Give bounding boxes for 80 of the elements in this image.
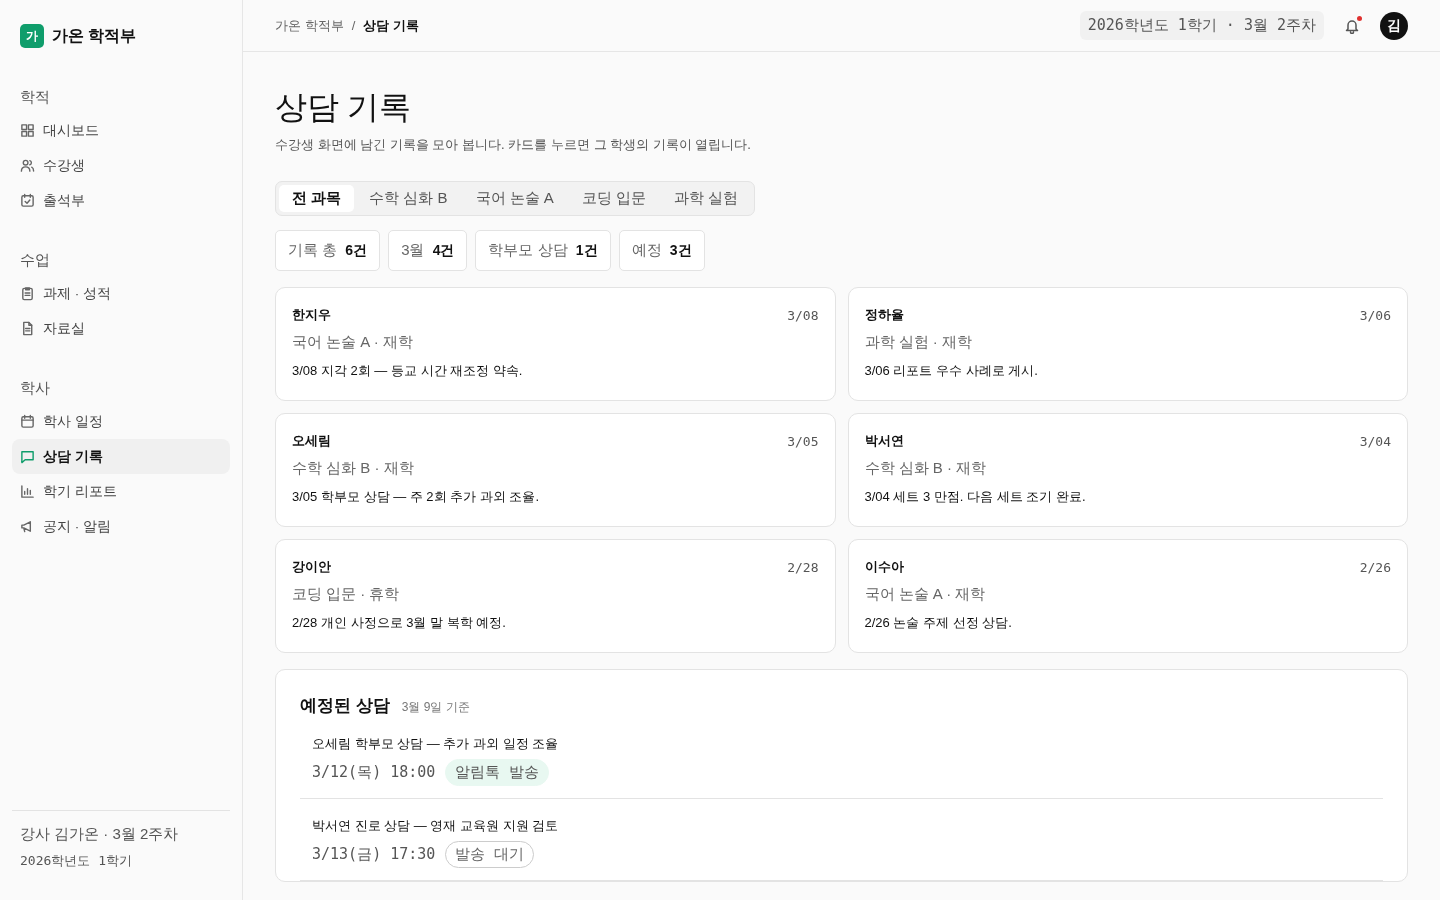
tab[interactable]: 코딩 입문 [568,185,660,212]
sidebar-item[interactable]: 학사 일정 [12,404,230,439]
sidebar-item[interactable]: 과제 · 성적 [12,276,230,311]
user-info: 강사 김가온 · 3월 2주차 [20,825,180,844]
sidebar-item[interactable]: 학기 리포트 [12,474,230,509]
calendar-icon [20,414,35,429]
student-name: 한지우 [292,306,331,324]
record-card[interactable]: 강이안 2/28 코딩 입문 · 휴학 2/28 개인 사정으로 3월 말 복학 예정. [275,539,836,653]
app-title: 가온 학적부 [52,25,137,46]
calendar-check-icon [20,193,35,208]
notification-button[interactable] [1344,17,1360,34]
student-name: 박서연 [864,432,904,450]
course-status: 국어 논술 A · 재학 [292,333,414,352]
status-badge: 발송 대기 [445,841,535,868]
stat-chip: 기록 총 6건 [275,230,381,271]
student-name: 정하율 [864,306,904,324]
record-note: 3/08 지각 2회 — 등교 시간 재조정 약속. [292,362,524,380]
record-note: 3/06 리포트 우수 사례로 게시. [864,362,1039,380]
record-date: 3/06 [1359,307,1391,323]
tab[interactable]: 수학 심화 B [356,185,461,212]
page-subtitle: 수강생 화면에 남긴 기록을 모아 봅니다. 카드를 누르면 그 학생의 기록이 열립니다. [275,136,752,154]
bell-icon [1344,17,1360,34]
sidebar-item[interactable]: 수강생 [12,148,230,183]
record-date: 2/28 [787,559,819,575]
record-note: 2/26 논술 주제 선정 상담. [864,614,1013,632]
breadcrumb-separator: / [351,18,356,33]
tab[interactable]: 전 과목 [279,185,355,212]
section-label: 수업 [19,251,51,270]
sidebar-item[interactable]: 상담 기록 [12,439,230,474]
record-card[interactable]: 이수아 2/26 국어 논술 A · 재학 2/26 논술 주제 선정 상담. [847,539,1408,653]
student-name: 오세림 [292,432,331,450]
course-status: 수학 심화 B · 재학 [292,459,415,478]
panel-title: 예정된 상담 [300,695,390,717]
panel-date: 3월 9일 기준 [401,699,470,716]
schedule-time: 3/12(목) 18:00 [312,763,436,782]
record-note: 2/28 개인 사정으로 3월 말 복학 예정. [292,614,507,632]
record-date: 3/05 [787,433,819,449]
record-note: 3/05 학부모 상담 — 주 2회 추가 과외 조율. [292,488,541,506]
chat-icon [20,449,35,464]
logo-icon: 가 [20,24,44,48]
course-status: 과학 실험 · 재학 [864,333,973,352]
course-status: 국어 논술 A · 재학 [864,585,987,604]
document-icon [20,321,35,336]
clipboard-icon [20,286,35,301]
course-status: 수학 심화 B · 재학 [864,459,988,478]
record-card[interactable]: 오세림 3/05 수학 심화 B · 재학 3/05 학부모 상담 — 주 2회 추가 과외 조율. [275,413,836,527]
bar-chart-icon [20,484,35,499]
section-label: 학사 [19,379,51,398]
grid-icon [20,123,35,138]
record-date: 2/26 [1359,559,1391,575]
sidebar-item[interactable]: 대시보드 [12,113,230,148]
section-label: 학적 [19,88,51,107]
term-badge: 2026학년도 1학기 · 3월 2주차 [1079,11,1324,40]
tab[interactable]: 과학 실험 [661,185,752,212]
course-status: 코딩 입문 · 휴학 [292,585,401,604]
record-note: 3/04 세트 3 만점. 다음 세트 조기 완료. [864,488,1087,506]
record-card[interactable]: 박서연 3/04 수학 심화 B · 재학 3/04 세트 3 만점. 다음 세트 조기 완료. [847,413,1408,527]
schedule-title: 오세림 학부모 상담 — 추가 과외 일정 조율 [312,735,560,753]
stat-chip: 3월 4건 [388,230,468,271]
schedule-title: 박서연 진로 상담 — 영재 교육원 지원 검토 [312,817,560,835]
page-title: 상담 기록 [275,88,412,127]
stat-chip: 학부모 상담 1건 [475,230,611,271]
schedule-time: 3/13(금) 17:30 [312,845,436,864]
breadcrumb-link[interactable]: 가온 학적부 [275,16,344,35]
users-icon [20,158,35,173]
status-badge: 알림톡 발송 [445,759,550,786]
student-name: 강이안 [292,558,331,576]
term-label: 2026학년도 1학기 [20,852,133,870]
record-date: 3/04 [1359,433,1391,449]
student-name: 이수아 [864,558,904,576]
record-date: 3/08 [787,307,819,323]
sidebar-item[interactable]: 공지 · 알림 [12,509,230,544]
record-card[interactable]: 한지우 3/08 국어 논술 A · 재학 3/08 지각 2회 — 등교 시간 재조정 약속. [275,287,836,401]
breadcrumb-current: 상담 기록 [363,16,419,35]
stat-chip: 예정 3건 [618,230,705,271]
avatar[interactable]: 김 [1380,11,1408,40]
tab[interactable]: 국어 논술 A [462,185,567,212]
sidebar-item[interactable]: 출석부 [12,183,230,218]
sidebar-item[interactable]: 자료실 [12,311,230,346]
record-card[interactable]: 정하율 3/06 과학 실험 · 재학 3/06 리포트 우수 사례로 게시. [847,287,1408,401]
